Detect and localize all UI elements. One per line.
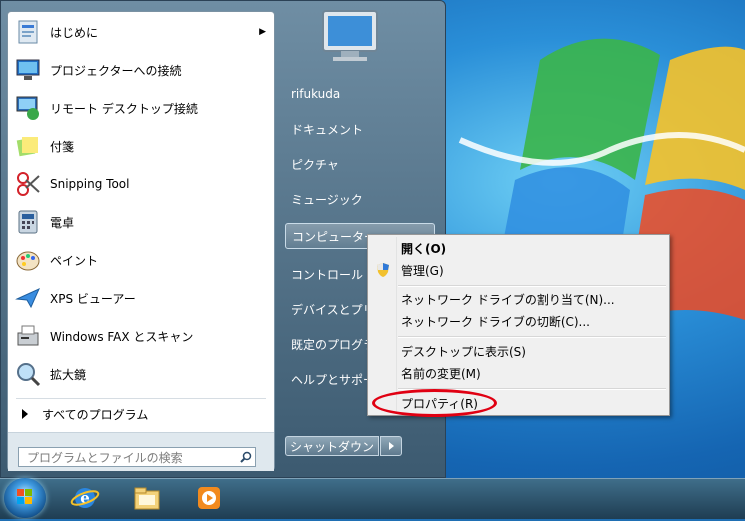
all-programs-label: すべてのプログラム [42, 407, 149, 422]
program-item-paint[interactable]: ペイント [10, 242, 272, 278]
getting-started-icon [14, 18, 42, 46]
program-item-xps-viewer[interactable]: XPS ビューアー [10, 280, 272, 316]
scissors-icon [14, 170, 42, 198]
program-item-magnifier[interactable]: 拡大鏡 [10, 356, 272, 392]
program-item-sticky-notes[interactable]: 付箋 [10, 128, 272, 164]
divider [16, 398, 266, 399]
context-item-label: 開く(O) [401, 241, 447, 256]
right-item-music[interactable]: ミュージック [285, 186, 435, 212]
calculator-icon [14, 208, 42, 236]
context-item-show-on-desktop[interactable]: デスクトップに表示(S) [370, 340, 667, 362]
search-icon[interactable] [237, 451, 255, 463]
program-label: Windows FAX とスキャン [50, 329, 194, 344]
remote-desktop-icon [14, 94, 42, 122]
right-item-label: ミュージック [291, 192, 363, 207]
context-menu: 開く(O) 管理(G) ネットワーク ドライブの割り当て(N)... ネットワー… [367, 234, 670, 416]
context-item-label: ネットワーク ドライブの割り当て(N)... [401, 292, 615, 307]
divider [398, 285, 666, 287]
context-item-manage[interactable]: 管理(G) [370, 259, 667, 281]
xps-viewer-icon [14, 284, 42, 312]
divider [398, 336, 666, 338]
context-item-label: 名前の変更(M) [401, 366, 481, 381]
search-input[interactable]: プログラムとファイルの検索 [18, 447, 256, 467]
context-item-open[interactable]: 開く(O) [370, 237, 667, 259]
context-item-map-network-drive[interactable]: ネットワーク ドライブの割り当て(N)... [370, 288, 667, 310]
program-label: 電卓 [50, 215, 75, 230]
program-item-snipping-tool[interactable]: Snipping Tool [10, 166, 272, 202]
context-item-label: ネットワーク ドライブの切断(C)... [401, 314, 591, 329]
program-label: 付箋 [50, 139, 75, 154]
program-label: 拡大鏡 [50, 367, 87, 382]
shutdown-button[interactable]: シャットダウン [285, 436, 379, 456]
program-label: XPS ビューアー [50, 291, 136, 306]
right-item-user[interactable]: rifukuda [285, 81, 435, 107]
shield-icon [376, 262, 390, 281]
search-placeholder: プログラムとファイルの検索 [27, 450, 183, 465]
user-account-picture[interactable] [319, 7, 381, 63]
right-item-pictures[interactable]: ピクチャ [285, 151, 435, 177]
program-item-fax-scan[interactable]: Windows FAX とスキャン [10, 318, 272, 354]
context-item-rename[interactable]: 名前の変更(M) [370, 362, 667, 384]
annotation-circle [372, 389, 497, 417]
media-player-icon[interactable] [194, 484, 224, 512]
search-area: プログラムとファイルの検索 [8, 432, 274, 471]
start-menu-programs-pane: はじめに ▶ プロジェクターへの接続 リモート デスクトップ接続 付箋 Snip… [7, 11, 275, 471]
file-explorer-icon[interactable] [132, 484, 162, 512]
triangle-right-icon [22, 409, 28, 419]
program-label: リモート デスクトップ接続 [50, 101, 198, 116]
program-label: はじめに [50, 25, 99, 40]
all-programs-button[interactable]: すべてのプログラム [16, 403, 266, 425]
chevron-right-icon: ▶ [259, 27, 266, 37]
chevron-right-icon [388, 442, 394, 450]
right-item-label: コンピューター [292, 229, 377, 244]
program-label: ペイント [50, 253, 99, 268]
projector-icon [14, 56, 42, 84]
right-item-documents[interactable]: ドキュメント [285, 116, 435, 142]
start-orb-icon[interactable] [4, 478, 46, 518]
program-item-getting-started[interactable]: はじめに ▶ [10, 14, 272, 50]
program-item-projector[interactable]: プロジェクターへの接続 [10, 52, 272, 88]
context-item-disconnect-network-drive[interactable]: ネットワーク ドライブの切断(C)... [370, 310, 667, 332]
magnifier-icon [14, 360, 42, 388]
right-item-label: ピクチャ [291, 157, 339, 172]
shutdown-label: シャットダウン [289, 439, 374, 454]
program-label: Snipping Tool [50, 177, 130, 191]
right-item-label: rifukuda [291, 87, 341, 101]
program-label: プロジェクターへの接続 [50, 63, 182, 78]
taskbar [0, 478, 745, 519]
program-item-remote-desktop[interactable]: リモート デスクトップ接続 [10, 90, 272, 126]
context-item-label: デスクトップに表示(S) [401, 344, 526, 359]
right-item-label: ドキュメント [291, 122, 364, 137]
paint-palette-icon [14, 246, 42, 274]
fax-icon [14, 322, 42, 350]
sticky-notes-icon [14, 132, 42, 160]
internet-explorer-icon[interactable]: e [70, 484, 100, 512]
program-item-calculator[interactable]: 電卓 [10, 204, 272, 240]
context-item-label: 管理(G) [401, 263, 444, 278]
shutdown-options-button[interactable] [380, 436, 402, 456]
